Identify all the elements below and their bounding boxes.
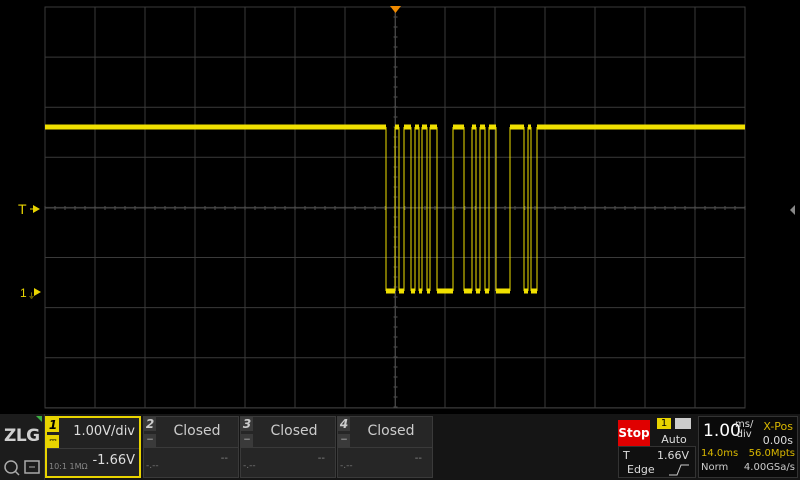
trace-segment	[476, 288, 480, 294]
xpos-value: 0.00s	[762, 434, 793, 447]
channel-1-offset[interactable]: -1.66V	[92, 453, 135, 468]
channel-4-panel[interactable]: 4 − Closed -- -.--	[337, 416, 433, 478]
trigger-settings-panel[interactable]: T 1.66V Edge	[618, 446, 696, 478]
channel-3-panel[interactable]: 3 − Closed -- -.--	[240, 416, 336, 478]
channel-3-status: Closed	[270, 423, 318, 439]
channel-1-number: 1	[47, 418, 59, 432]
channel-2-panel[interactable]: 2 − Closed -- -.--	[143, 416, 239, 478]
memory-depth: 56.0Mpts	[748, 448, 795, 459]
trace-segment	[531, 288, 537, 294]
channel-4-status: Closed	[367, 423, 415, 439]
trigger-position-marker[interactable]	[390, 6, 401, 13]
sample-rate: 4.00GSa/s	[743, 462, 795, 473]
trace-segment	[472, 124, 476, 130]
trigger-coupling-icon	[675, 418, 691, 429]
trigger-level-label: T	[18, 201, 27, 217]
svg-text:⏚: ⏚	[28, 292, 35, 300]
channel-1-ground-label: 1	[20, 286, 27, 300]
waveform-canvas[interactable]: T 1 ⏚	[0, 0, 800, 414]
trace-segment	[395, 124, 399, 130]
acquisition-info: 14.0ms 56.0Mpts	[701, 448, 795, 459]
channel-2-info: -.--	[146, 461, 159, 471]
trace-segment	[480, 124, 485, 130]
timebase-unit: ms/ div	[735, 419, 754, 440]
channel-2-status: Closed	[173, 423, 221, 439]
trigger-type: Edge	[627, 463, 655, 476]
trigger-mode: Auto	[661, 433, 687, 446]
trace-segment	[489, 124, 496, 130]
status-bar: ZLG 1 ⎓ 1.00V/div -1.66V 10:1 1MΩ 2 − Cl…	[0, 414, 800, 480]
trace-segment	[399, 288, 404, 294]
channel-1-scale[interactable]: 1.00V/div	[73, 424, 135, 439]
xpos-label: X-Pos	[763, 420, 793, 433]
trace-segment	[453, 124, 464, 130]
trigger-label: T	[623, 449, 630, 462]
channel-1-trace	[45, 124, 745, 294]
trace-segment	[485, 288, 489, 294]
trace-segment	[537, 124, 745, 130]
trace-segment	[524, 288, 528, 294]
trace-segment	[510, 124, 524, 130]
trace-segment	[464, 288, 472, 294]
timebase-panel[interactable]: 1.00 ms/ div X-Pos 0.00s 14.0ms 56.0Mpts…	[698, 416, 798, 478]
trace-segment	[45, 124, 386, 130]
utility-icons[interactable]	[3, 458, 43, 476]
trigger-source: 1	[657, 418, 671, 429]
channel-2-offset: --	[220, 453, 228, 464]
trace-segment	[404, 124, 411, 130]
trace-segment	[422, 124, 427, 130]
channel-1-probe-info: 10:1 1MΩ	[49, 462, 88, 471]
channel-3-info: -.--	[243, 461, 256, 471]
rising-edge-icon	[669, 464, 689, 476]
trace-segment	[430, 124, 437, 130]
trace-segment	[437, 288, 453, 294]
acquisition-mode: Norm	[701, 462, 729, 473]
sampling-info: Norm 4.00GSa/s	[701, 462, 795, 473]
channel-1-panel[interactable]: 1 ⎓ 1.00V/div -1.66V 10:1 1MΩ	[45, 416, 141, 478]
brand-logo: ZLG	[4, 426, 40, 446]
trace-segment	[411, 288, 415, 294]
side-menu-arrow-icon[interactable]	[790, 205, 795, 215]
channel-4-info: -.--	[340, 461, 353, 471]
waveform-display[interactable]: T 1 ⏚	[0, 0, 800, 414]
trace-segment	[496, 288, 510, 294]
run-stop-button[interactable]: Stop	[618, 420, 650, 446]
channel-3-offset: --	[317, 453, 325, 464]
trace-segment	[415, 124, 419, 130]
channel-1-ground-marker-icon[interactable]	[34, 288, 41, 296]
channel-1-coupling-icon: ⎓	[47, 435, 59, 449]
corner-indicator-icon	[36, 416, 42, 422]
trigger-level: 1.66V	[656, 449, 689, 462]
channel-4-offset: --	[414, 453, 422, 464]
record-duration: 14.0ms	[701, 448, 739, 459]
trace-segment	[386, 288, 395, 294]
logo-panel: ZLG	[0, 414, 45, 480]
